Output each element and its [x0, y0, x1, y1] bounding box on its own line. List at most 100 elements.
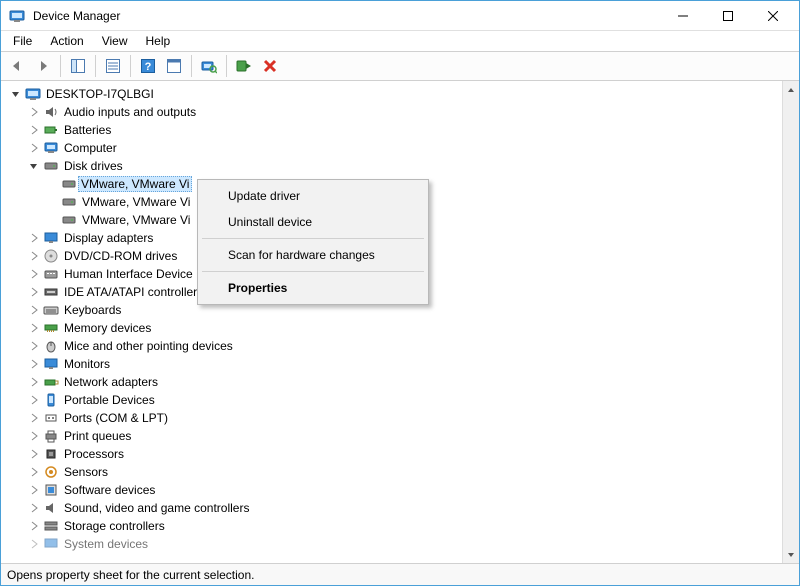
tree-node-mice[interactable]: Mice and other pointing devices — [9, 337, 782, 355]
tree-label: Disk drives — [63, 159, 124, 173]
disk-drive-icon — [43, 158, 59, 174]
scroll-up-arrow-icon[interactable] — [783, 81, 799, 98]
scan-hardware-button[interactable] — [197, 54, 221, 78]
toolbar-separator — [226, 55, 227, 77]
tree-node-sound[interactable]: Sound, video and game controllers — [9, 499, 782, 517]
svg-text:?: ? — [145, 61, 152, 73]
chevron-right-icon[interactable] — [27, 465, 41, 479]
chevron-right-icon[interactable] — [27, 375, 41, 389]
tree-label: VMware, VMware Vi — [81, 195, 191, 209]
chevron-right-icon[interactable] — [27, 249, 41, 263]
tree-node-system-devices[interactable]: System devices — [9, 535, 782, 553]
tree-node-disk-drives[interactable]: Disk drives — [9, 157, 782, 175]
menu-help[interactable]: Help — [138, 32, 179, 50]
tree-node-network[interactable]: Network adapters — [9, 373, 782, 391]
mouse-icon — [43, 338, 59, 354]
tree-label: Print queues — [63, 429, 132, 443]
chevron-right-icon[interactable] — [27, 483, 41, 497]
maximize-button[interactable] — [705, 1, 750, 30]
tree-label: Network adapters — [63, 375, 159, 389]
expander-empty — [45, 177, 59, 191]
ctx-scan-hardware[interactable]: Scan for hardware changes — [200, 242, 426, 268]
ports-icon — [43, 410, 59, 426]
chevron-right-icon[interactable] — [27, 123, 41, 137]
chevron-right-icon[interactable] — [27, 537, 41, 551]
ctx-separator — [202, 238, 424, 239]
tree-label: Sound, video and game controllers — [63, 501, 250, 515]
ctx-update-driver[interactable]: Update driver — [200, 183, 426, 209]
chevron-right-icon[interactable] — [27, 411, 41, 425]
window-controls — [660, 1, 795, 30]
context-menu: Update driver Uninstall device Scan for … — [197, 179, 429, 305]
tree-label: Batteries — [63, 123, 112, 137]
tree-node-storage[interactable]: Storage controllers — [9, 517, 782, 535]
tree-label: VMware, VMware Vi — [81, 213, 191, 227]
minimize-button[interactable] — [660, 1, 705, 30]
chevron-right-icon[interactable] — [27, 285, 41, 299]
uninstall-device-button[interactable] — [258, 54, 282, 78]
statusbar-text: Opens property sheet for the current sel… — [7, 568, 254, 582]
menu-action[interactable]: Action — [42, 32, 91, 50]
chevron-right-icon[interactable] — [27, 231, 41, 245]
tree-node-batteries[interactable]: Batteries — [9, 121, 782, 139]
chevron-right-icon[interactable] — [27, 141, 41, 155]
close-button[interactable] — [750, 1, 795, 30]
tree-node-computer[interactable]: Computer — [9, 139, 782, 157]
tree-root[interactable]: DESKTOP-I7QLBGI — [9, 85, 782, 103]
expander-empty — [45, 195, 59, 209]
chevron-right-icon[interactable] — [27, 519, 41, 533]
tree-container: DESKTOP-I7QLBGI Audio inputs and outputs… — [1, 81, 799, 563]
tree-label: Audio inputs and outputs — [63, 105, 197, 119]
chevron-right-icon[interactable] — [27, 501, 41, 515]
tree-node-memory[interactable]: Memory devices — [9, 319, 782, 337]
ctx-uninstall-device[interactable]: Uninstall device — [200, 209, 426, 235]
action-button[interactable] — [162, 54, 186, 78]
chevron-right-icon[interactable] — [27, 105, 41, 119]
chevron-right-icon[interactable] — [27, 393, 41, 407]
window-title: Device Manager — [33, 9, 660, 23]
tree-node-monitors[interactable]: Monitors — [9, 355, 782, 373]
menubar: File Action View Help — [1, 31, 799, 51]
tree-node-print-queues[interactable]: Print queues — [9, 427, 782, 445]
chevron-right-icon[interactable] — [27, 321, 41, 335]
ide-controller-icon — [43, 284, 59, 300]
tree-label: Storage controllers — [63, 519, 166, 533]
tree-node-ports[interactable]: Ports (COM & LPT) — [9, 409, 782, 427]
tree-node-portable[interactable]: Portable Devices — [9, 391, 782, 409]
scroll-down-arrow-icon[interactable] — [783, 546, 799, 563]
tree-label: Software devices — [63, 483, 156, 497]
chevron-right-icon[interactable] — [27, 267, 41, 281]
processor-icon — [43, 446, 59, 462]
tree-node-software-devices[interactable]: Software devices — [9, 481, 782, 499]
chevron-right-icon[interactable] — [27, 447, 41, 461]
menu-file[interactable]: File — [5, 32, 40, 50]
portable-device-icon — [43, 392, 59, 408]
properties-button[interactable] — [101, 54, 125, 78]
vertical-scrollbar[interactable] — [782, 81, 799, 563]
tree-node-sensors[interactable]: Sensors — [9, 463, 782, 481]
chevron-down-icon[interactable] — [27, 159, 41, 173]
tree-node-audio[interactable]: Audio inputs and outputs — [9, 103, 782, 121]
tree-node-processors[interactable]: Processors — [9, 445, 782, 463]
statusbar: Opens property sheet for the current sel… — [1, 563, 799, 585]
forward-button[interactable] — [31, 54, 55, 78]
show-hide-console-tree-button[interactable] — [66, 54, 90, 78]
help-button[interactable]: ? — [136, 54, 160, 78]
chevron-right-icon[interactable] — [27, 303, 41, 317]
back-button[interactable] — [5, 54, 29, 78]
enable-device-button[interactable] — [232, 54, 256, 78]
expander-empty — [45, 213, 59, 227]
device-manager-icon — [9, 8, 25, 24]
system-device-icon — [43, 536, 59, 552]
display-adapter-icon — [43, 230, 59, 246]
dvd-drive-icon — [43, 248, 59, 264]
ctx-properties[interactable]: Properties — [200, 275, 426, 301]
menu-view[interactable]: View — [94, 32, 136, 50]
ctx-separator — [202, 271, 424, 272]
device-tree[interactable]: DESKTOP-I7QLBGI Audio inputs and outputs… — [1, 81, 782, 563]
chevron-down-icon[interactable] — [9, 87, 23, 101]
chevron-right-icon[interactable] — [27, 339, 41, 353]
chevron-right-icon[interactable] — [27, 429, 41, 443]
printer-icon — [43, 428, 59, 444]
chevron-right-icon[interactable] — [27, 357, 41, 371]
